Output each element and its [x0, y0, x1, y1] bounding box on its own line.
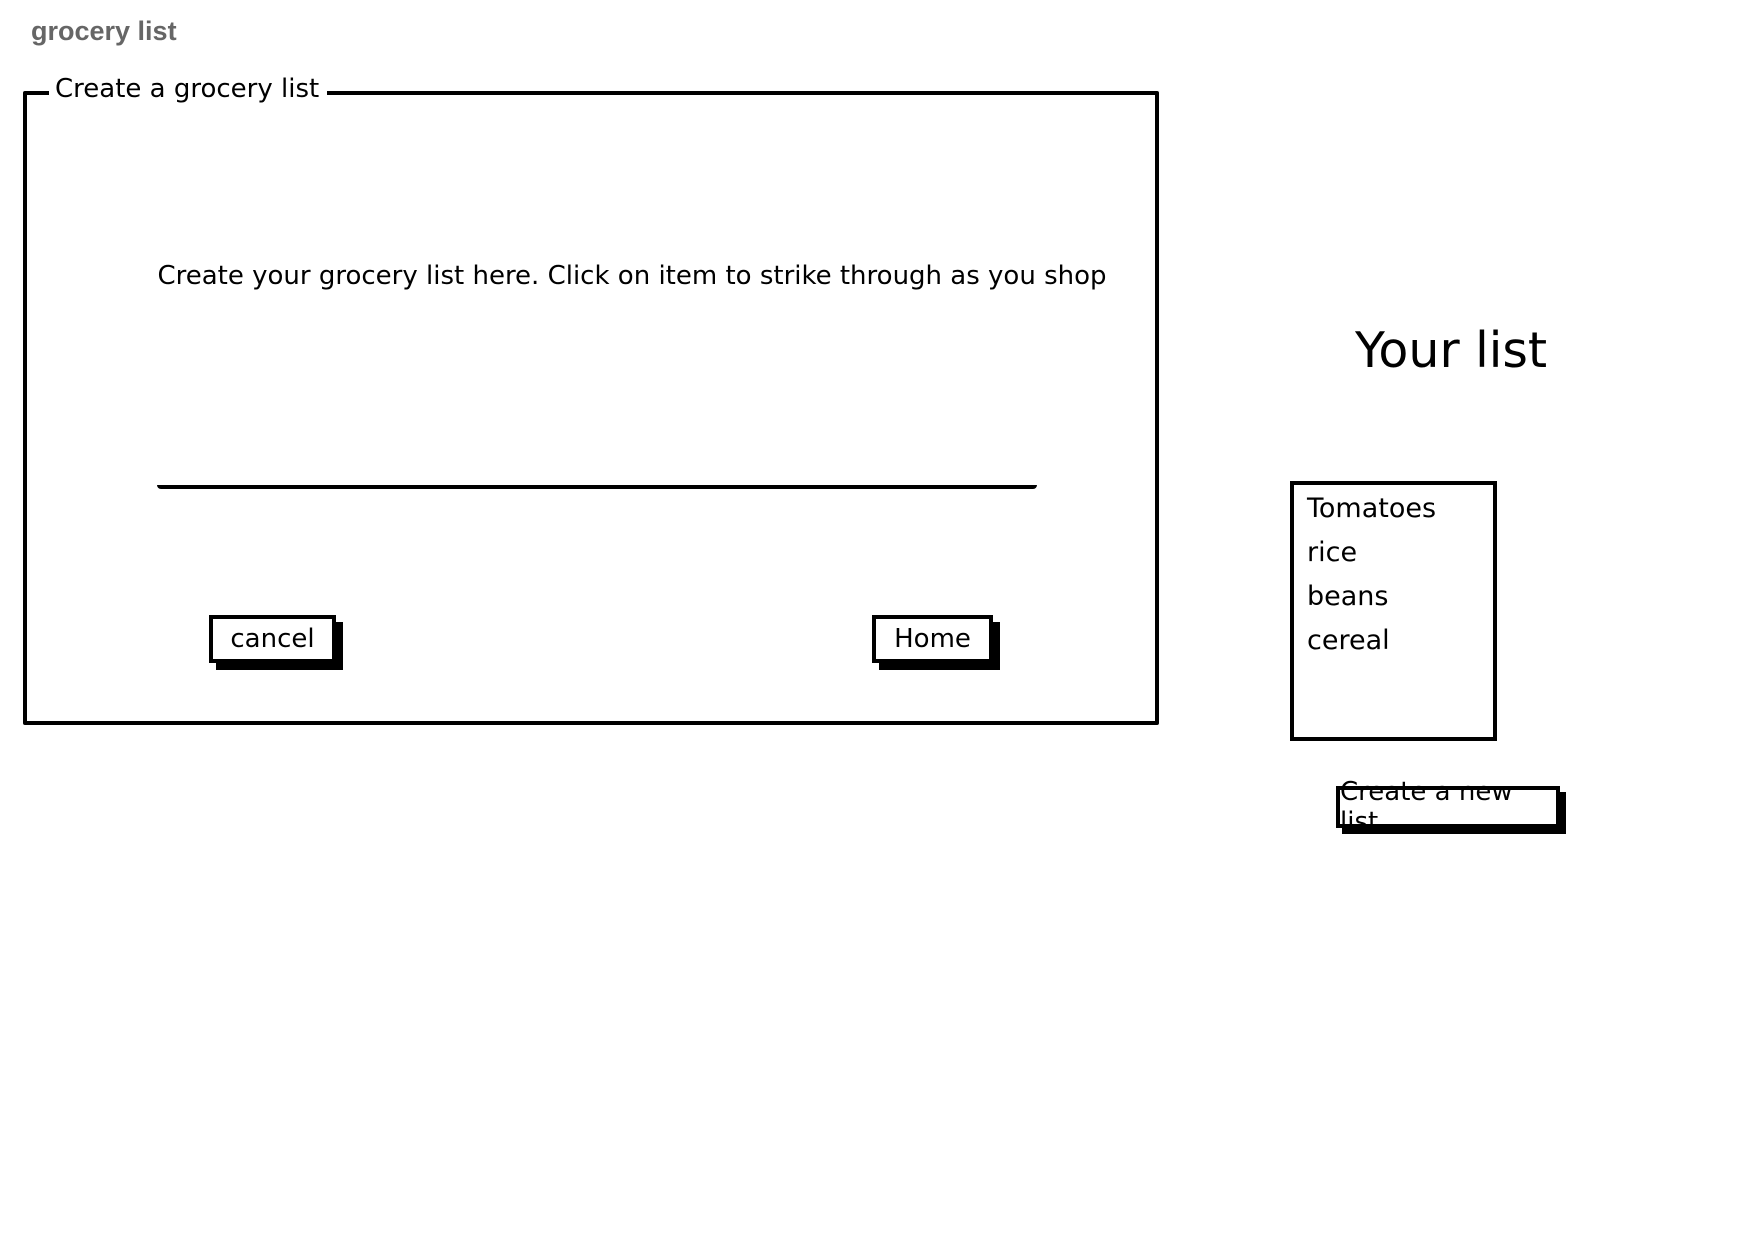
your-list-title: Your list	[1355, 322, 1548, 379]
panel-legend: Create a grocery list	[49, 72, 328, 106]
list-item[interactable]: cereal	[1307, 622, 1493, 666]
grocery-list-box: Tomatoes rice beans cereal	[1290, 481, 1497, 741]
home-button[interactable]: Home	[872, 615, 993, 663]
list-item[interactable]: beans	[1307, 578, 1493, 622]
list-item[interactable]: Tomatoes	[1307, 490, 1493, 534]
create-list-panel: Create a grocery list Create your grocer…	[23, 72, 1159, 725]
list-item[interactable]: rice	[1307, 534, 1493, 578]
instructions-text: Create your grocery list here. Click on …	[157, 261, 1107, 291]
create-new-list-button[interactable]: Create a new list	[1336, 777, 1560, 837]
cancel-button[interactable]: cancel	[209, 615, 336, 663]
page-title: grocery list	[31, 16, 177, 46]
grocery-item-input[interactable]	[157, 485, 1037, 489]
